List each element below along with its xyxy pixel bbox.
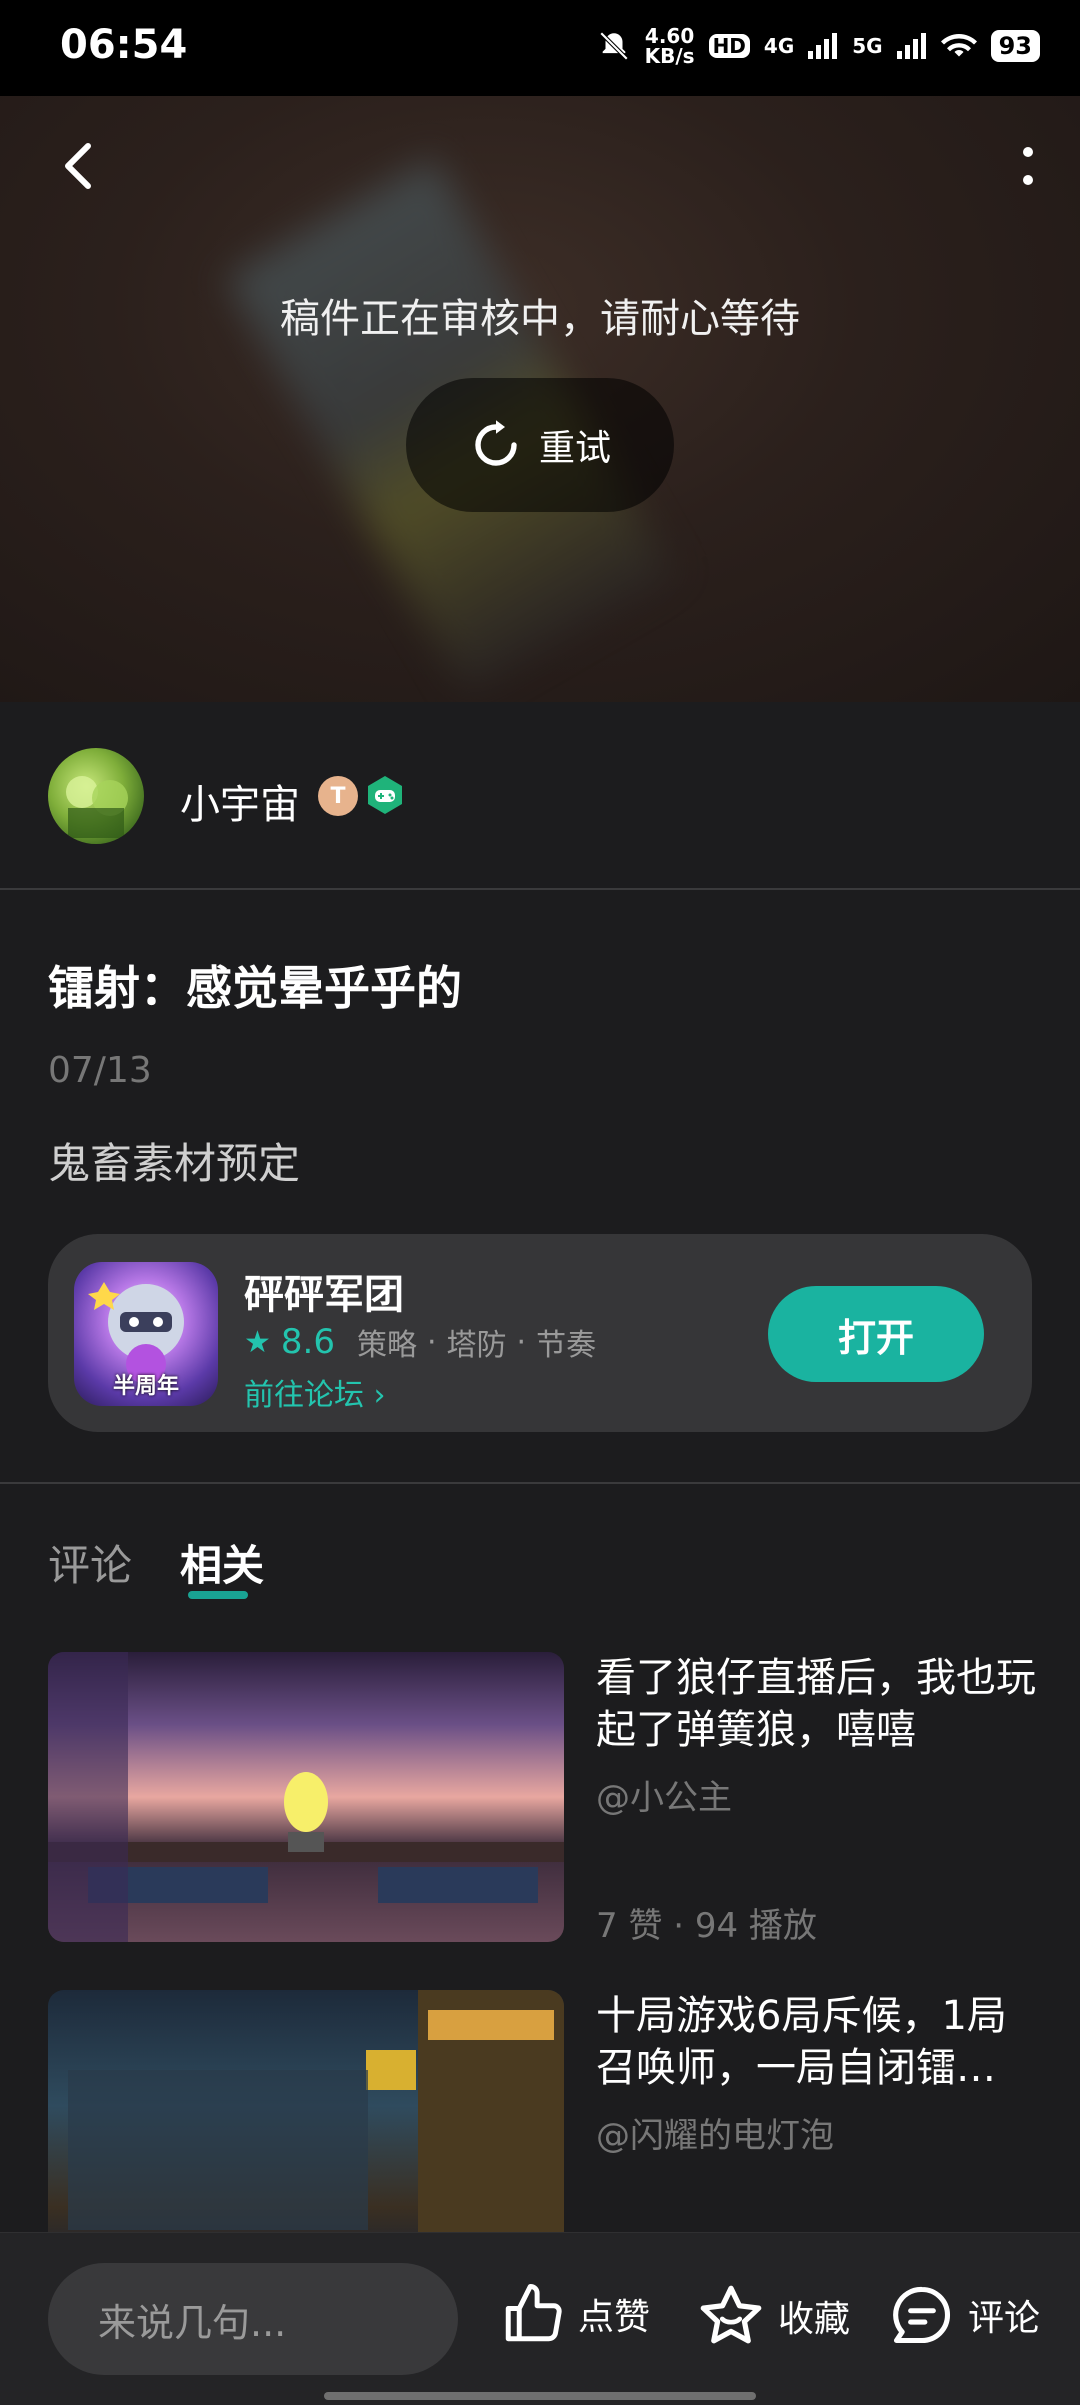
like-button[interactable]: 点赞 bbox=[500, 2281, 650, 2347]
net-speed-value: 4.60 bbox=[644, 24, 695, 48]
game-icon[interactable]: 半周年 bbox=[74, 1262, 218, 1406]
star-outline-icon bbox=[700, 2285, 762, 2344]
signal-4g-icon: 4G bbox=[763, 34, 795, 58]
avatar[interactable] bbox=[48, 748, 144, 844]
game-screenshot-art bbox=[48, 1652, 564, 1942]
related-title[interactable]: 十局游戏6局斥候，1局召唤师，一局自闭镭… bbox=[596, 1990, 1032, 2094]
review-status-message: 稿件正在审核中，请耐心等待 bbox=[280, 296, 800, 342]
back-arrow-icon[interactable] bbox=[50, 136, 110, 196]
related-stats: 7 赞 · 94 播放 bbox=[596, 1906, 817, 1946]
net-speed-unit: KB/s bbox=[644, 44, 695, 68]
home-indicator[interactable] bbox=[324, 2392, 756, 2400]
avatar-image bbox=[66, 776, 128, 838]
hd-icon: HD bbox=[708, 34, 750, 58]
related-item[interactable]: 十局游戏6局斥候，1局召唤师，一局自闭镭… @闪耀的电灯泡 bbox=[48, 1990, 1032, 2232]
like-label: 点赞 bbox=[578, 2297, 651, 2338]
related-title[interactable]: 看了狼仔直播后，我也玩起了弹簧狼，嘻嘻 bbox=[596, 1652, 1036, 1756]
game-tag: 节奏 bbox=[536, 1328, 597, 1363]
video-thumbnail[interactable] bbox=[48, 1652, 564, 1942]
game-name: 砰砰军团 bbox=[244, 1272, 404, 1318]
status-icons: 4.60 KB/s HD 4G 5G 93 bbox=[597, 26, 1040, 66]
wifi-icon bbox=[940, 34, 977, 57]
comment-button[interactable]: 评论 bbox=[888, 2281, 1040, 2349]
tab-comments[interactable]: 评论 bbox=[48, 1532, 132, 1593]
status-time: 06:54 bbox=[60, 22, 188, 68]
author-row[interactable]: 小宇宙 T bbox=[0, 702, 1080, 890]
game-screenshot-art bbox=[68, 1990, 564, 2232]
thumbs-up-icon bbox=[505, 2284, 562, 2342]
chat-bubble-icon bbox=[893, 2286, 951, 2344]
related-author[interactable]: @小公主 bbox=[596, 1770, 732, 1819]
tab-bar: 评论 相关 bbox=[48, 1532, 264, 1599]
tab-related[interactable]: 相关 bbox=[180, 1532, 264, 1599]
forum-link[interactable]: 前往论坛 › bbox=[244, 1370, 386, 1414]
signal-bars-2-icon bbox=[896, 33, 926, 59]
video-thumbnail[interactable] bbox=[48, 1990, 564, 2232]
star-icon: ★ bbox=[244, 1324, 271, 1360]
level-badge: T bbox=[318, 776, 358, 816]
net-speed: 4.60 KB/s bbox=[645, 26, 695, 66]
comment-input[interactable]: 来说几句... bbox=[48, 2263, 458, 2375]
game-icon-label: 半周年 bbox=[112, 1374, 179, 1399]
section-divider bbox=[0, 1482, 1080, 1484]
retry-label: 重试 bbox=[538, 428, 611, 469]
post-description: 鬼畜素材预定 bbox=[48, 1139, 301, 1188]
tag-separator: · bbox=[426, 1324, 437, 1360]
related-author[interactable]: @闪耀的电灯泡 bbox=[596, 2108, 834, 2157]
gamepad-badge-icon bbox=[368, 776, 402, 814]
chevron-right-icon: › bbox=[373, 1378, 386, 1413]
post-date: 07/13 bbox=[48, 1050, 152, 1091]
favorite-label: 收藏 bbox=[778, 2299, 851, 2340]
author-name[interactable]: 小宇宙 bbox=[180, 772, 300, 830]
signal-bars-icon bbox=[808, 33, 838, 59]
mute-bell-icon bbox=[599, 31, 628, 61]
comment-label: 评论 bbox=[968, 2298, 1041, 2339]
game-meta: ★ 8.6 策略 · 塔防 · 节奏 bbox=[244, 1320, 596, 1364]
bottom-action-bar: 来说几句... 点赞 收藏 评论 bbox=[0, 2232, 1080, 2405]
more-options-icon[interactable] bbox=[1016, 140, 1040, 196]
refresh-icon bbox=[475, 420, 517, 466]
tag-separator: · bbox=[516, 1324, 527, 1360]
status-bar: 06:54 4.60 KB/s HD 4G 5G 93 bbox=[0, 0, 1080, 96]
game-tag: 策略 bbox=[356, 1328, 417, 1363]
forum-link-label: 前往论坛 bbox=[244, 1378, 364, 1413]
signal-5g-icon: 5G bbox=[852, 34, 883, 58]
game-card[interactable]: 半周年 砰砰军团 ★ 8.6 策略 · 塔防 · 节奏 前往论坛 › 打开 bbox=[48, 1234, 1032, 1432]
retry-button[interactable]: 重试 bbox=[406, 378, 674, 512]
video-player[interactable]: 稿件正在审核中，请耐心等待 重试 bbox=[0, 96, 1080, 702]
post-title: 镭射：感觉晕乎乎的 bbox=[48, 961, 462, 1015]
open-game-button[interactable]: 打开 bbox=[768, 1286, 984, 1382]
related-item[interactable]: 看了狼仔直播后，我也玩起了弹簧狼，嘻嘻 @小公主 7 赞 · 94 播放 bbox=[48, 1652, 1036, 1946]
game-tag: 塔防 bbox=[446, 1328, 507, 1363]
favorite-button[interactable]: 收藏 bbox=[696, 2281, 850, 2351]
game-rating: 8.6 bbox=[280, 1322, 335, 1362]
battery-icon: 93 bbox=[990, 30, 1040, 62]
